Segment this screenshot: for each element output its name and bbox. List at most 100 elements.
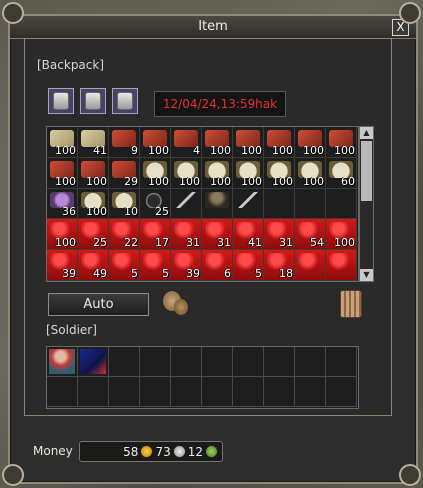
backpack-slot[interactable]: 100 bbox=[295, 127, 326, 158]
backpack-slot[interactable]: 9 bbox=[109, 127, 140, 158]
item-quantity: 17 bbox=[155, 236, 169, 250]
trash-can-icon[interactable] bbox=[340, 290, 362, 318]
soldier-slot[interactable] bbox=[202, 377, 233, 407]
backpack-slot[interactable]: 25 bbox=[78, 219, 109, 251]
item-quantity: 39 bbox=[62, 266, 76, 280]
sack-icon[interactable] bbox=[161, 287, 189, 319]
corner-ornament-icon bbox=[399, 2, 421, 24]
backpack-slot[interactable]: 100 bbox=[295, 157, 326, 189]
item-quantity: 5 bbox=[255, 266, 262, 280]
cash-bag-icon[interactable] bbox=[48, 88, 74, 114]
auto-button[interactable]: Auto bbox=[48, 293, 149, 316]
item-quantity: 100 bbox=[86, 174, 107, 188]
backpack-slot[interactable]: 29 bbox=[109, 157, 140, 189]
cash-bag-icon[interactable] bbox=[80, 88, 106, 114]
backpack-slot[interactable]: 60 bbox=[326, 157, 357, 189]
soldier-slot[interactable] bbox=[326, 377, 357, 407]
item-quantity: 100 bbox=[210, 143, 231, 157]
backpack-slot[interactable]: 100 bbox=[202, 157, 233, 189]
backpack-slot[interactable]: 39 bbox=[47, 250, 78, 281]
backpack-slot[interactable]: 4 bbox=[171, 127, 202, 158]
backpack-slot[interactable]: 100 bbox=[264, 157, 295, 189]
soldier-slot[interactable] bbox=[202, 347, 233, 377]
backpack-slot[interactable]: 100 bbox=[233, 127, 264, 158]
soldier-slot[interactable] bbox=[264, 377, 295, 407]
soldier-slot[interactable] bbox=[264, 347, 295, 377]
backpack-slot[interactable]: 31 bbox=[171, 219, 202, 251]
backpack-slot[interactable] bbox=[202, 188, 233, 220]
scroll-up-icon[interactable]: ▲ bbox=[360, 127, 373, 139]
backpack-slot[interactable] bbox=[295, 188, 326, 220]
backpack-scrollbar[interactable]: ▲ ▼ bbox=[359, 126, 374, 282]
soldier-slot[interactable] bbox=[78, 377, 109, 407]
item-quantity: 25 bbox=[93, 236, 107, 250]
knight-item-icon bbox=[205, 191, 229, 209]
backpack-slot[interactable]: 100 bbox=[264, 127, 295, 158]
item-quantity: 18 bbox=[279, 266, 293, 280]
backpack-slot[interactable]: 100 bbox=[326, 219, 357, 251]
backpack-slot[interactable]: 100 bbox=[78, 157, 109, 189]
backpack-slot[interactable]: 54 bbox=[295, 219, 326, 251]
item-quantity: 100 bbox=[272, 143, 293, 157]
soldier-slot[interactable] bbox=[295, 347, 326, 377]
backpack-slot[interactable]: 100 bbox=[47, 219, 78, 251]
backpack-slot[interactable]: 100 bbox=[140, 127, 171, 158]
soldier-slot[interactable] bbox=[171, 347, 202, 377]
backpack-slot[interactable]: 41 bbox=[233, 219, 264, 251]
backpack-slot[interactable]: 31 bbox=[264, 219, 295, 251]
backpack-slot[interactable]: 18 bbox=[264, 250, 295, 281]
corner-ornament-icon bbox=[2, 2, 24, 24]
soldier-slot[interactable] bbox=[233, 347, 264, 377]
backpack-slot[interactable]: 6 bbox=[202, 250, 233, 281]
soldier-slot[interactable] bbox=[109, 377, 140, 407]
backpack-slot[interactable] bbox=[264, 188, 295, 220]
scroll-thumb[interactable] bbox=[361, 141, 372, 201]
item-quantity: 100 bbox=[334, 236, 355, 250]
backpack-slot[interactable] bbox=[326, 250, 357, 281]
cash-bag-icon[interactable] bbox=[112, 88, 138, 114]
window-titlebar[interactable]: Item X bbox=[10, 16, 416, 39]
soldier-slot[interactable] bbox=[140, 377, 171, 407]
backpack-slot[interactable]: 10 bbox=[109, 188, 140, 220]
backpack-slot[interactable]: 100 bbox=[140, 157, 171, 189]
soldier-slot[interactable] bbox=[233, 377, 264, 407]
scroll-down-icon[interactable]: ▼ bbox=[360, 269, 373, 281]
soldier-slot[interactable] bbox=[295, 377, 326, 407]
backpack-slot[interactable] bbox=[171, 188, 202, 220]
backpack-slot[interactable]: 17 bbox=[140, 219, 171, 251]
backpack-slot[interactable]: 100 bbox=[326, 127, 357, 158]
item-quantity: 100 bbox=[210, 174, 231, 188]
backpack-slot[interactable]: 22 bbox=[109, 219, 140, 251]
item-quantity: 22 bbox=[124, 236, 138, 250]
backpack-slot[interactable] bbox=[233, 188, 264, 220]
soldier-slot[interactable] bbox=[171, 377, 202, 407]
backpack-slot[interactable]: 5 bbox=[233, 250, 264, 281]
soldier-slot[interactable] bbox=[47, 347, 78, 377]
backpack-slot[interactable]: 31 bbox=[202, 219, 233, 251]
soldier-slot[interactable] bbox=[78, 347, 109, 377]
backpack-slot[interactable]: 39 bbox=[171, 250, 202, 281]
backpack-slot[interactable]: 5 bbox=[140, 250, 171, 281]
backpack-slot[interactable]: 100 bbox=[171, 157, 202, 189]
soldier-slot[interactable] bbox=[109, 347, 140, 377]
backpack-slot[interactable]: 100 bbox=[78, 188, 109, 220]
backpack-slot[interactable]: 100 bbox=[47, 157, 78, 189]
item-quantity: 100 bbox=[303, 174, 324, 188]
soldier-slot[interactable] bbox=[140, 347, 171, 377]
backpack-slot[interactable]: 100 bbox=[47, 127, 78, 158]
backpack-slot[interactable]: 100 bbox=[202, 127, 233, 158]
soldier-slot[interactable] bbox=[47, 377, 78, 407]
item-quantity: 4 bbox=[193, 143, 200, 157]
backpack-slot[interactable]: 5 bbox=[109, 250, 140, 281]
silver-amount: 73 bbox=[155, 444, 171, 459]
backpack-slot[interactable]: 100 bbox=[233, 157, 264, 189]
backpack-slot[interactable]: 49 bbox=[78, 250, 109, 281]
soldier-slot[interactable] bbox=[326, 347, 357, 377]
item-quantity: 29 bbox=[124, 174, 138, 188]
backpack-slot[interactable]: 25 bbox=[140, 188, 171, 220]
backpack-slot[interactable] bbox=[326, 188, 357, 220]
backpack-slot[interactable]: 41 bbox=[78, 127, 109, 158]
backpack-slot[interactable]: 36 bbox=[47, 188, 78, 220]
backpack-slot[interactable] bbox=[295, 250, 326, 281]
money-display: 58 73 12 bbox=[79, 441, 223, 462]
